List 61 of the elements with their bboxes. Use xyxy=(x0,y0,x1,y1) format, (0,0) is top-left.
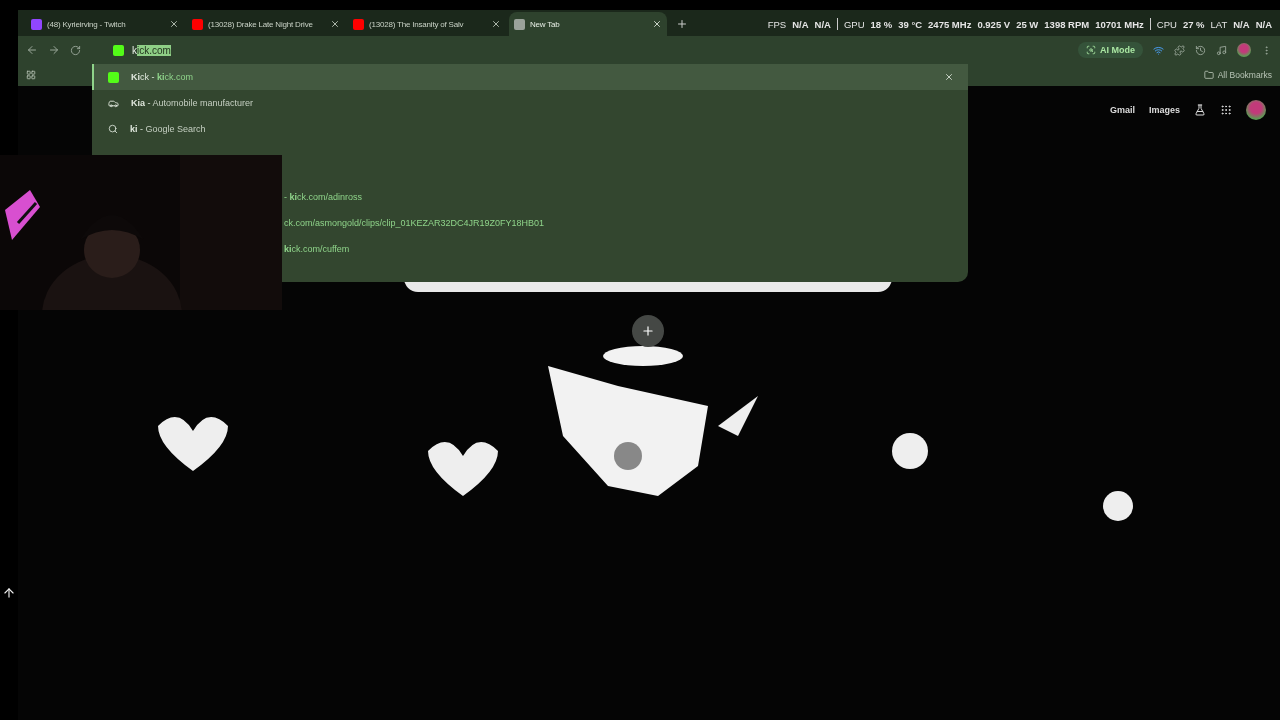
browser-tab[interactable]: (13028) Drake Late Night Drive xyxy=(187,12,345,36)
google-link[interactable]: Images xyxy=(1148,105,1180,115)
up-arrow-icon xyxy=(2,586,16,600)
overlay-value: N/A xyxy=(1233,18,1250,30)
suggestion-item[interactable]: ki - Google Search xyxy=(92,116,968,142)
tab-favicon xyxy=(192,18,203,30)
overlay-value: 2475 MHz xyxy=(928,18,972,30)
suggestion-item[interactable]: ck.com/asmongold/clips/clip_01KEZAR32DC4JR19Z0FY18HB01 xyxy=(284,210,545,236)
suggestion-item[interactable]: Kia - Automobile manufacturer xyxy=(92,90,968,116)
overlay-value: 18 % xyxy=(870,18,893,30)
browser-tab[interactable]: (13028) The Insanity of Salv xyxy=(348,12,506,36)
overlay-value: N/A xyxy=(792,18,809,30)
overlay-value: 25 W xyxy=(1016,18,1039,30)
search-icon xyxy=(108,124,118,134)
suggestion-text: ki - Google Search xyxy=(130,124,207,134)
overlay-label: CPU xyxy=(1156,18,1177,30)
google-link[interactable]: Gmail xyxy=(1109,105,1135,115)
folder-icon xyxy=(1203,70,1214,80)
back-icon[interactable] xyxy=(26,44,38,56)
profile-avatar[interactable] xyxy=(1237,43,1251,57)
forward-icon[interactable] xyxy=(48,44,60,56)
overlay-value: 0.925 V xyxy=(977,18,1011,30)
profile-avatar[interactable] xyxy=(1246,100,1266,120)
close-icon[interactable] xyxy=(330,19,340,29)
overlay-label: GPU xyxy=(843,18,865,30)
remove-icon[interactable] xyxy=(944,72,954,82)
overlay-value: 10701 MHz xyxy=(1095,18,1144,30)
extensions-icon[interactable] xyxy=(1174,44,1185,56)
tab-favicon xyxy=(514,18,525,30)
add-shortcut-button[interactable] xyxy=(632,315,664,347)
overlay-value: N/A xyxy=(1255,18,1272,30)
close-icon[interactable] xyxy=(652,19,662,29)
apps-icon[interactable] xyxy=(1220,104,1232,116)
tab-favicon xyxy=(31,18,42,30)
ai-mode-button[interactable]: AI Mode xyxy=(1078,42,1143,58)
close-icon[interactable] xyxy=(169,19,179,29)
close-icon[interactable] xyxy=(491,19,501,29)
history-icon[interactable] xyxy=(1195,44,1206,56)
media-icon[interactable] xyxy=(1216,44,1227,56)
overlay-label: LAT xyxy=(1210,18,1228,30)
reload-icon[interactable] xyxy=(70,44,81,56)
overlay-value: 1398 RPM xyxy=(1044,18,1090,30)
plus-icon xyxy=(641,324,655,338)
flask-icon[interactable] xyxy=(1194,104,1206,116)
suggestion-item[interactable]: kick.com/cuffem xyxy=(284,236,350,262)
new-tab-icon[interactable] xyxy=(676,18,688,30)
overlay-value: N/A xyxy=(814,18,831,30)
overlay-label: FPS xyxy=(767,18,787,30)
overlay-value: 39 °C xyxy=(898,18,923,30)
browser-tab[interactable]: New Tab xyxy=(509,12,667,36)
kick-logo-icon xyxy=(108,71,119,83)
kick-logo-icon xyxy=(113,44,124,56)
tab-favicon xyxy=(353,18,364,30)
all-bookmarks-button[interactable]: All Bookmarks xyxy=(1203,70,1272,80)
suggestion-text: Kia - Automobile manufacturer xyxy=(131,98,255,108)
suggestion-text: Kick - kick.com xyxy=(131,72,195,82)
suggestion-item[interactable]: - kick.com/adinross xyxy=(284,184,363,210)
signal-icon[interactable] xyxy=(1153,44,1164,56)
suggestion-item[interactable]: Kick - kick.com xyxy=(92,64,968,90)
overlay-value: 27 % xyxy=(1182,18,1205,30)
browser-tab[interactable]: (48) Kyrieirving - Twitch xyxy=(26,12,184,36)
